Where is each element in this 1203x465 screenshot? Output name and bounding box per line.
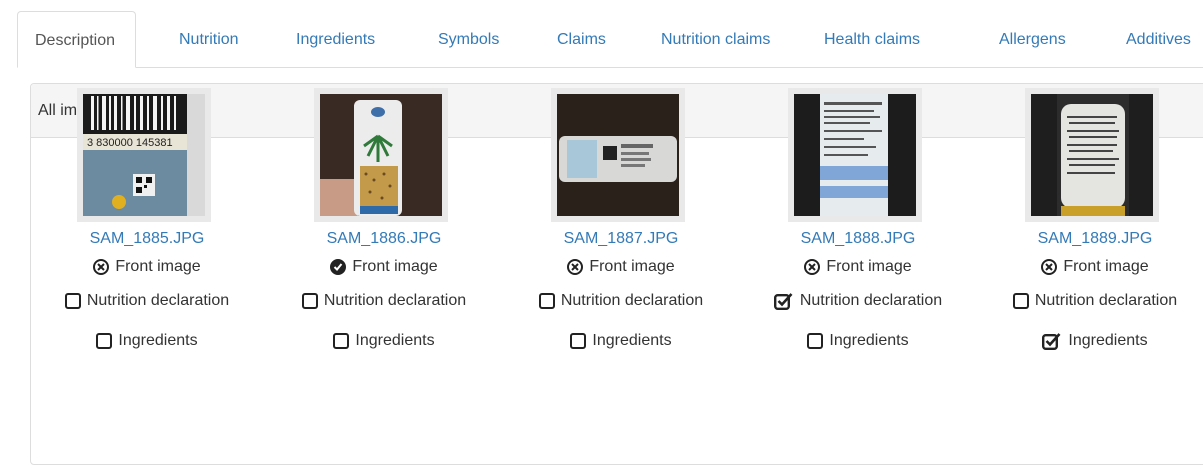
nutrition-declaration-label: Nutrition declaration — [86, 292, 230, 309]
nutrition-declaration-checkbox[interactable]: Nutrition declaration — [977, 291, 1203, 311]
square-o-icon — [807, 333, 824, 349]
product-photo-ingredients — [1031, 94, 1153, 216]
times-circle-icon — [93, 259, 110, 275]
square-o-icon — [570, 333, 587, 349]
ingredients-label: Ingredients — [829, 332, 909, 349]
tab-ingredients[interactable]: Ingredients — [296, 11, 375, 67]
ingredients-checkbox[interactable]: Ingredients — [740, 331, 976, 351]
image-thumbnail[interactable] — [314, 88, 448, 222]
nutrition-declaration-label: Nutrition declaration — [799, 292, 943, 309]
image-filename-link[interactable]: SAM_1886.JPG — [266, 229, 502, 249]
thumbnail-image — [1031, 94, 1153, 216]
tab-nutrition-claims[interactable]: Nutrition claims — [661, 11, 770, 67]
thumbnail-image — [557, 94, 679, 216]
square-o-icon — [64, 293, 81, 309]
nutrition-declaration-label: Nutrition declaration — [560, 292, 704, 309]
tab-bar: Description Nutrition Ingredients Symbol… — [17, 11, 1203, 68]
product-photo-nutrition — [794, 94, 916, 216]
ingredients-label: Ingredients — [592, 332, 672, 349]
front-image-label: Front image — [1063, 258, 1149, 275]
thumbnail-image: 3 830000 145381 — [83, 94, 205, 216]
square-o-icon — [333, 333, 350, 349]
front-image-label: Front image — [589, 258, 675, 275]
tab-allergens[interactable]: Allergens — [999, 11, 1066, 67]
tab-health-claims[interactable]: Health claims — [824, 11, 920, 67]
nutrition-declaration-checkbox[interactable]: Nutrition declaration — [740, 291, 976, 311]
nutrition-declaration-checkbox[interactable]: Nutrition declaration — [503, 291, 739, 311]
tab-additives[interactable]: Additives — [1126, 11, 1191, 67]
barcode-number: 3 830000 145381 — [87, 137, 173, 149]
front-image-toggle[interactable]: Front image — [266, 257, 502, 277]
nutrition-declaration-checkbox[interactable]: Nutrition declaration — [266, 291, 502, 311]
square-o-icon — [301, 293, 318, 309]
front-image-toggle[interactable]: Front image — [503, 257, 739, 277]
times-circle-icon — [567, 259, 584, 275]
ingredients-label: Ingredients — [118, 332, 198, 349]
front-image-toggle[interactable]: Front image — [977, 257, 1203, 277]
ingredients-checkbox[interactable]: Ingredients — [977, 331, 1203, 351]
image-filename-link[interactable]: SAM_1888.JPG — [740, 229, 976, 249]
product-photo-barcode: 3 830000 145381 — [83, 94, 205, 216]
check-square-o-icon — [773, 292, 794, 310]
square-o-icon — [96, 333, 113, 349]
tab-symbols[interactable]: Symbols — [438, 11, 499, 67]
nutrition-declaration-label: Nutrition declaration — [1034, 292, 1178, 309]
front-image-label: Front image — [352, 258, 438, 275]
tab-nutrition[interactable]: Nutrition — [179, 11, 239, 67]
product-photo-front — [320, 94, 442, 216]
ingredients-label: Ingredients — [355, 332, 435, 349]
image-filename-link[interactable]: SAM_1889.JPG — [977, 229, 1203, 249]
check-square-o-icon — [1042, 332, 1062, 350]
tab-description[interactable]: Description — [17, 11, 137, 68]
ingredients-checkbox[interactable]: Ingredients — [503, 331, 739, 351]
times-circle-icon — [1041, 259, 1058, 275]
ingredients-checkbox[interactable]: Ingredients — [29, 331, 265, 351]
tab-claims[interactable]: Claims — [557, 11, 606, 67]
thumbnail-image — [320, 94, 442, 216]
square-o-icon — [1012, 293, 1029, 309]
nutrition-declaration-label: Nutrition declaration — [323, 292, 467, 309]
times-circle-icon — [804, 259, 821, 275]
nutrition-declaration-checkbox[interactable]: Nutrition declaration — [29, 291, 265, 311]
image-thumbnail[interactable] — [788, 88, 922, 222]
image-filename-link[interactable]: SAM_1887.JPG — [503, 229, 739, 249]
image-thumbnail[interactable]: 3 830000 145381 — [77, 88, 211, 222]
ingredients-checkbox[interactable]: Ingredients — [266, 331, 502, 351]
square-o-icon — [538, 293, 555, 309]
image-thumbnail[interactable] — [1025, 88, 1159, 222]
image-thumbnail[interactable] — [551, 88, 685, 222]
ingredients-label: Ingredients — [1068, 332, 1148, 349]
product-photo-side — [557, 94, 679, 216]
thumbnail-image — [794, 94, 916, 216]
front-image-toggle[interactable]: Front image — [740, 257, 976, 277]
front-image-label: Front image — [826, 258, 912, 275]
check-circle-icon — [330, 259, 347, 275]
front-image-label: Front image — [115, 258, 201, 275]
image-filename-link[interactable]: SAM_1885.JPG — [29, 229, 265, 249]
front-image-toggle[interactable]: Front image — [29, 257, 265, 277]
